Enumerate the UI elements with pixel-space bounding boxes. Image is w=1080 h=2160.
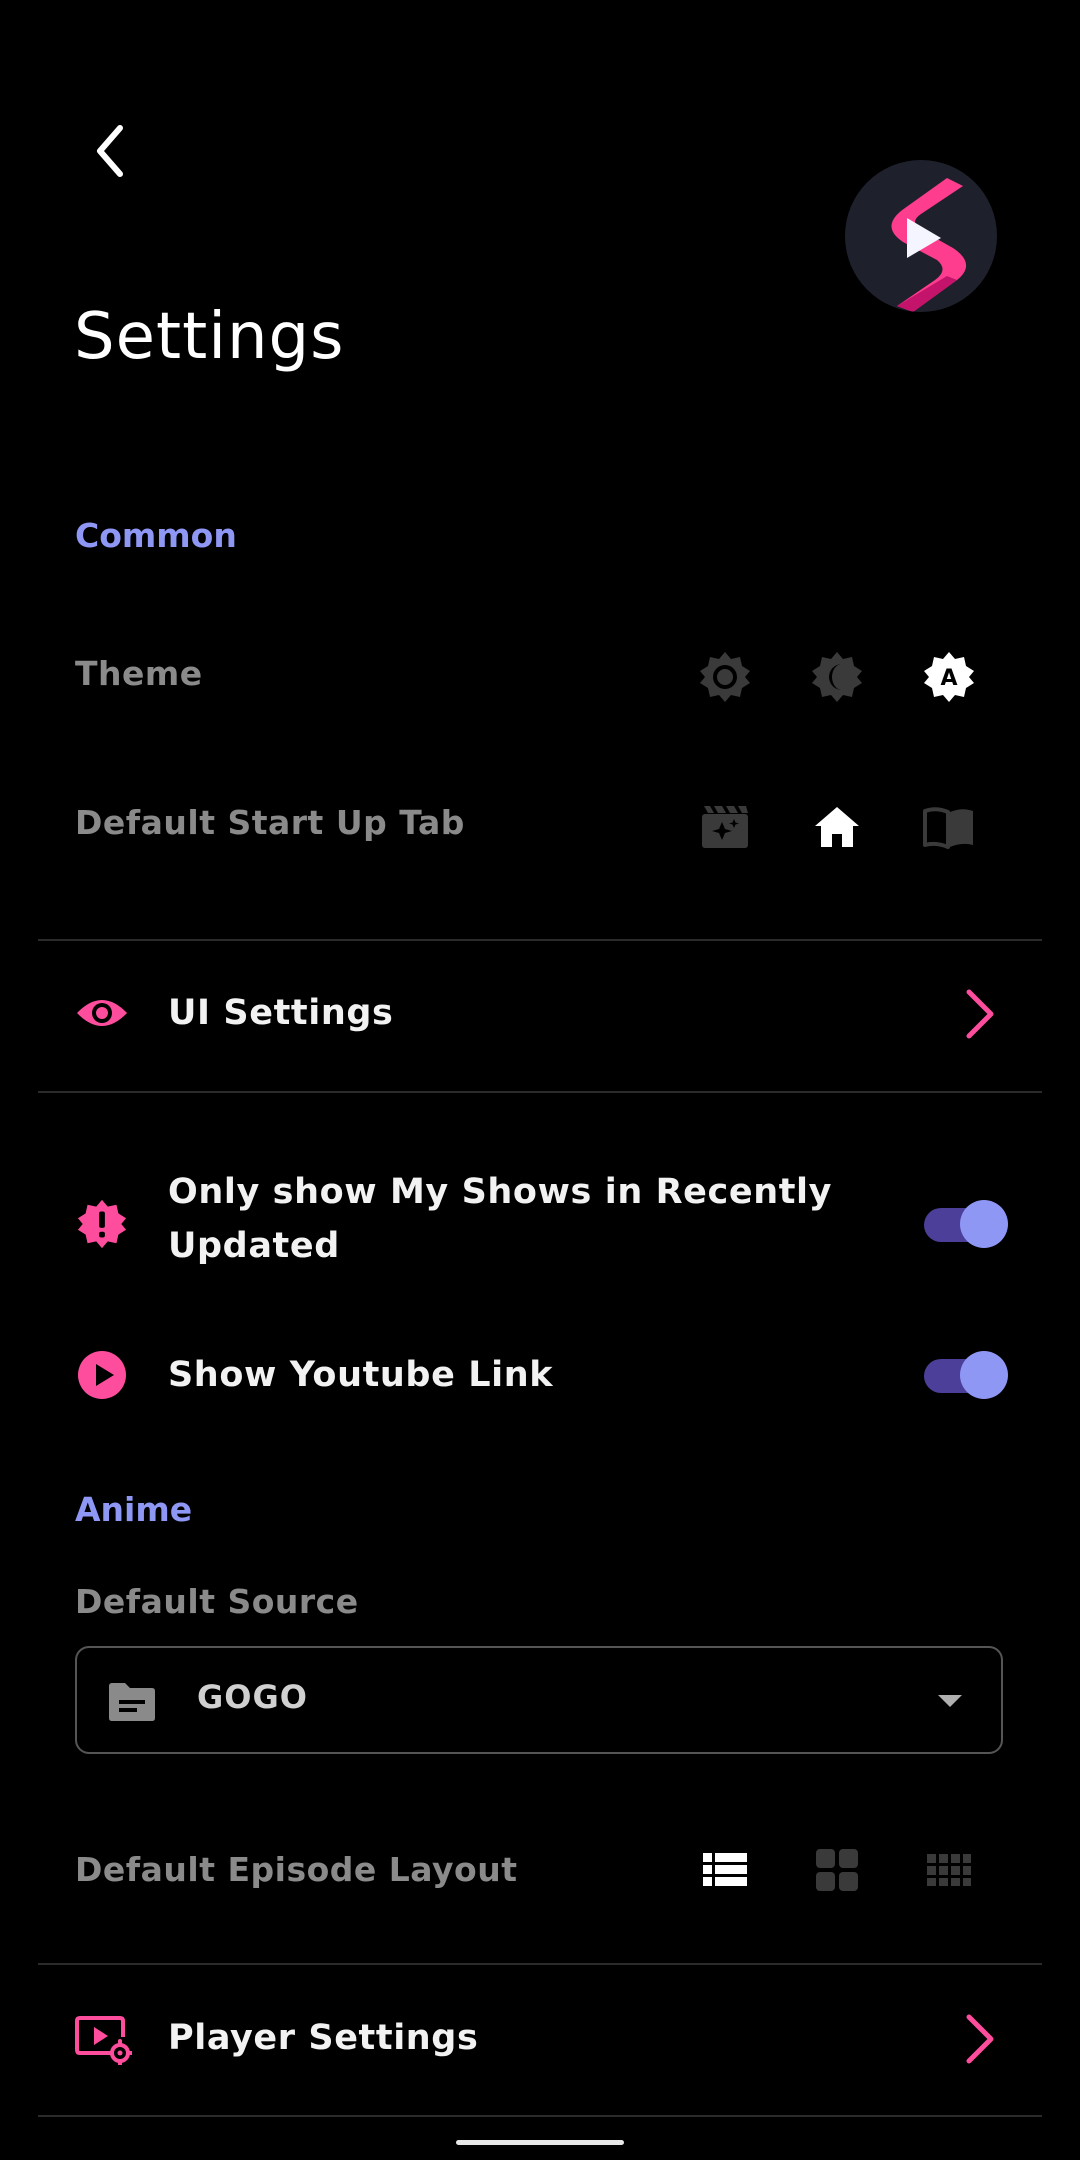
alert-badge-icon	[77, 1199, 127, 1249]
player-settings-icon	[75, 2016, 132, 2065]
dark-theme-icon	[812, 652, 862, 702]
eye-icon	[77, 1000, 127, 1026]
recently-updated-row: Only show My Shows in Recently Updated	[0, 1165, 1080, 1285]
episode-layout-label: Default Episode Layout	[75, 1850, 518, 1889]
dark-theme-option[interactable]	[805, 645, 869, 709]
divider	[38, 1963, 1042, 1965]
chevron-right-icon	[966, 989, 994, 1039]
anime-tab-option[interactable]	[693, 795, 757, 859]
divider	[38, 2115, 1042, 2117]
toggle-knob	[960, 1200, 1008, 1248]
source-file-icon	[109, 1683, 155, 1721]
home-tab-option[interactable]	[805, 795, 869, 859]
youtube-link-toggle[interactable]	[924, 1351, 1008, 1399]
ui-settings-row[interactable]: UI Settings	[0, 960, 1080, 1070]
light-theme-icon	[700, 652, 750, 702]
default-source-value: GOGO	[197, 1678, 308, 1716]
section-anime-label: Anime	[75, 1490, 193, 1529]
ui-settings-label: UI Settings	[168, 993, 394, 1033]
theme-label: Theme	[75, 654, 203, 693]
grid-layout-icon	[816, 1849, 858, 1891]
youtube-link-row: Show Youtube Link	[0, 1345, 1080, 1405]
player-settings-row[interactable]: Player Settings	[0, 1985, 1080, 2095]
home-tab-icon	[815, 807, 859, 847]
play-circle-icon	[78, 1351, 126, 1399]
recently-updated-label-line1: Only show My Shows in Recently	[168, 1172, 833, 1212]
default-source-label: Default Source	[75, 1582, 359, 1621]
recently-updated-label-line2: Updated	[168, 1226, 340, 1266]
startup-tab-label: Default Start Up Tab	[75, 803, 465, 842]
auto-theme-icon: A	[924, 652, 974, 702]
chevron-left-icon	[97, 125, 123, 177]
grid-layout-option[interactable]	[805, 1838, 869, 1902]
section-common-label: Common	[75, 516, 237, 555]
anime-tab-icon	[702, 806, 748, 848]
toggle-knob	[960, 1351, 1008, 1399]
compact-layout-icon	[927, 1854, 971, 1886]
player-settings-label: Player Settings	[168, 2018, 479, 2058]
light-theme-option[interactable]	[693, 645, 757, 709]
auto-theme-letter: A	[940, 666, 957, 691]
manga-tab-option[interactable]	[917, 795, 981, 859]
dropdown-arrow-icon	[938, 1695, 962, 1707]
chevron-right-icon	[966, 2014, 994, 2064]
list-layout-option[interactable]	[693, 1838, 757, 1902]
youtube-link-label: Show Youtube Link	[168, 1355, 554, 1395]
default-source-dropdown[interactable]: GOGO	[75, 1646, 1003, 1754]
page-title: Settings	[74, 300, 345, 374]
divider	[38, 1091, 1042, 1093]
recently-updated-toggle[interactable]	[924, 1200, 1008, 1248]
list-layout-icon	[703, 1853, 747, 1886]
app-logo	[845, 160, 997, 312]
divider	[38, 939, 1042, 941]
manga-tab-icon	[923, 807, 973, 849]
home-indicator[interactable]	[456, 2140, 624, 2145]
auto-theme-option[interactable]: A	[917, 645, 981, 709]
back-button[interactable]	[88, 118, 136, 184]
compact-layout-option[interactable]	[917, 1838, 981, 1902]
